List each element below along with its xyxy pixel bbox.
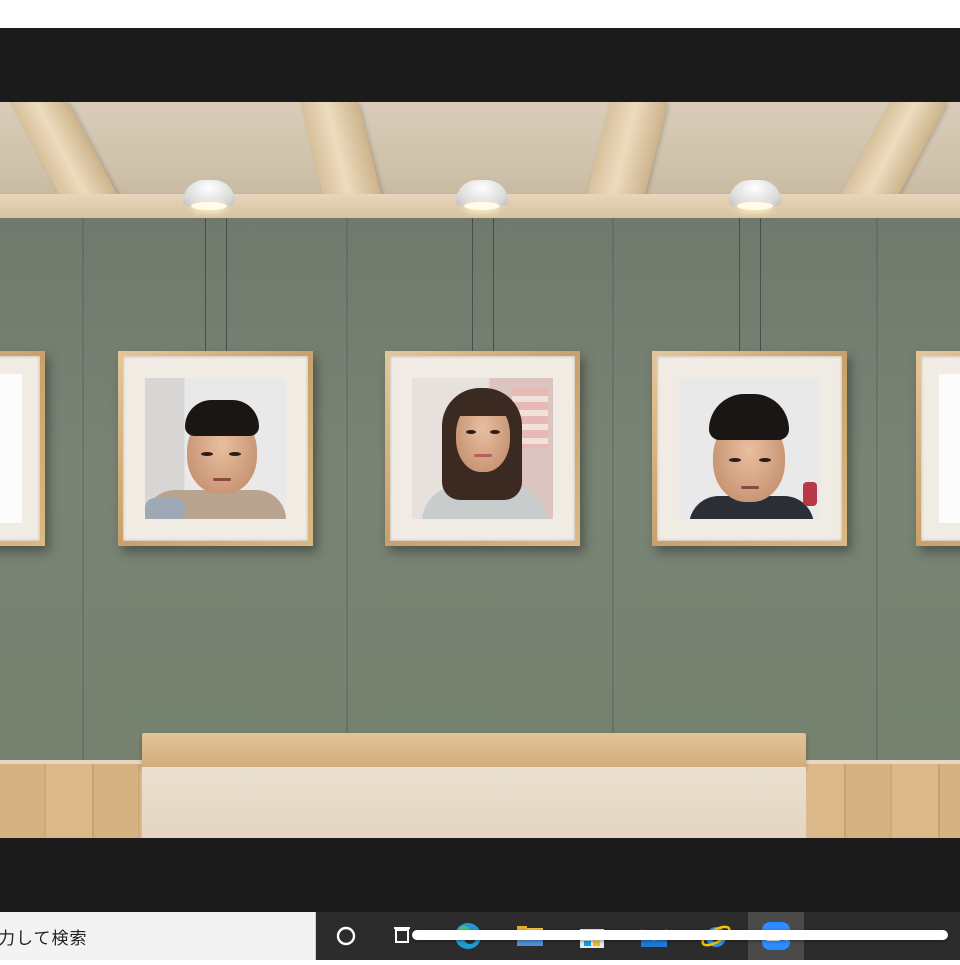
- search-placeholder: 力して検索: [0, 928, 88, 948]
- empty-frame-left: [0, 351, 45, 546]
- ceiling-light-icon: [183, 180, 235, 210]
- participant-video-2: [412, 378, 553, 519]
- horizontal-scrollbar[interactable]: [412, 930, 948, 940]
- bench-base: [142, 767, 806, 838]
- top-margin: [0, 0, 960, 28]
- participant-frame-3: [652, 351, 847, 546]
- taskbar-search-box[interactable]: 力して検索: [0, 912, 316, 960]
- bench-seat: [142, 733, 806, 767]
- cortana-circle-icon[interactable]: [332, 920, 364, 952]
- gallery-wall: [0, 218, 960, 764]
- participant-video-3: [679, 378, 820, 519]
- ceiling-light-icon: [456, 180, 508, 210]
- participant-frame-2: [385, 351, 580, 546]
- participant-frame-1: [118, 351, 313, 546]
- video-letterbox-bottom: [0, 838, 960, 912]
- video-letterbox-top: [0, 28, 960, 102]
- empty-frame-right: [916, 351, 960, 546]
- participant-video-1: [145, 378, 286, 519]
- ceiling-light-icon: [729, 180, 781, 210]
- virtual-gallery-background: [0, 102, 960, 838]
